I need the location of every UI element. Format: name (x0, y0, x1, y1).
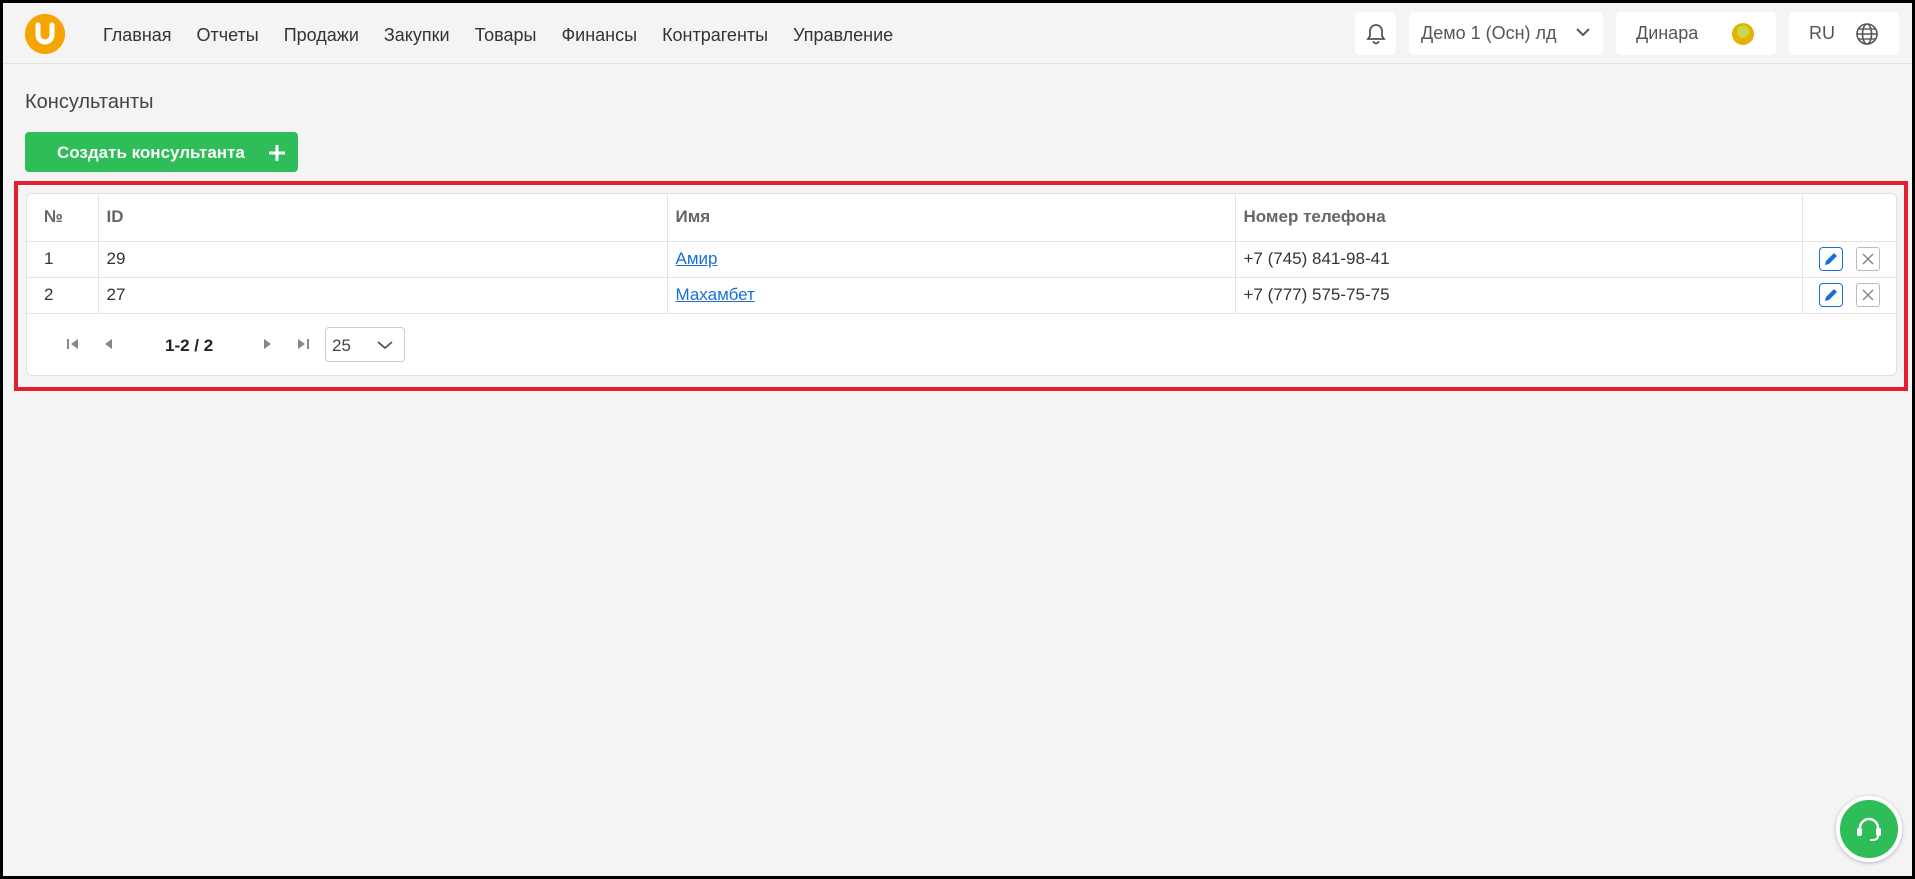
notifications-button[interactable] (1355, 12, 1396, 55)
bell-icon (1366, 24, 1386, 45)
consultant-name-link[interactable]: Махамбет (676, 285, 755, 304)
consultants-table: № ID Имя Номер телефона 1 29 Амир +7 (74… (27, 194, 1896, 314)
plus-icon (269, 145, 285, 161)
user-menu[interactable]: Динара (1616, 12, 1776, 55)
pencil-icon (1824, 252, 1837, 265)
create-consultant-label: Создать консультанта (57, 143, 245, 162)
cell-phone: +7 (777) 575-75-75 (1235, 277, 1803, 314)
edit-button[interactable] (1818, 282, 1843, 307)
nav-item-sales[interactable]: Продажи (284, 23, 359, 47)
pencil-icon (1824, 288, 1837, 301)
support-chat-button[interactable] (1836, 796, 1902, 862)
col-header-num[interactable]: № (27, 194, 99, 242)
table-row: 2 27 Махамбет +7 (777) 575-75-75 (27, 277, 1896, 314)
main-nav: Главная Отчеты Продажи Закупки Товары Фи… (103, 23, 918, 47)
cell-phone: +7 (745) 841-98-41 (1235, 241, 1803, 278)
chevron-down-icon (1576, 28, 1590, 37)
chevron-down-icon (377, 341, 393, 350)
consultants-table-card: № ID Имя Номер телефона 1 29 Амир +7 (74… (26, 193, 1897, 376)
consultant-name-link[interactable]: Амир (676, 249, 718, 268)
page-title: Консультанты (25, 91, 154, 113)
col-header-phone[interactable]: Номер телефона (1235, 194, 1803, 242)
close-icon (1861, 252, 1874, 265)
nav-item-products[interactable]: Товары (475, 23, 537, 47)
table-row: 1 29 Амир +7 (745) 841-98-41 (27, 241, 1896, 278)
delete-button[interactable] (1855, 282, 1880, 307)
headset-icon (1857, 817, 1881, 841)
next-page-icon[interactable] (259, 336, 275, 352)
cell-name: Махамбет (667, 277, 1236, 314)
page-size-select[interactable]: 25 (325, 327, 405, 362)
top-navbar: Главная Отчеты Продажи Закупки Товары Фи… (3, 3, 1912, 64)
logo-u-icon (25, 14, 65, 54)
app-logo[interactable] (25, 14, 65, 54)
col-header-name[interactable]: Имя (667, 194, 1236, 242)
delete-button[interactable] (1855, 246, 1880, 271)
language-select[interactable]: RU (1789, 12, 1899, 55)
pagination-info: 1-2 / 2 (165, 336, 214, 355)
prev-page-icon[interactable] (101, 336, 117, 352)
user-name: Динара (1636, 23, 1699, 43)
nav-item-management[interactable]: Управление (793, 23, 893, 47)
cell-id: 27 (98, 277, 668, 314)
cell-actions (1802, 241, 1896, 278)
col-header-id[interactable]: ID (98, 194, 668, 242)
edit-button[interactable] (1818, 246, 1843, 271)
col-header-actions (1802, 194, 1896, 242)
nav-item-purchases[interactable]: Закупки (384, 23, 450, 47)
organization-label: Демо 1 (Осн) лд (1421, 23, 1557, 43)
first-page-icon[interactable] (65, 336, 81, 352)
cell-num: 1 (27, 241, 99, 278)
cell-num: 2 (27, 277, 99, 314)
organization-select[interactable]: Демо 1 (Осн) лд (1409, 12, 1603, 55)
page-size-value: 25 (332, 336, 351, 355)
nav-item-counterparties[interactable]: Контрагенты (662, 23, 768, 47)
cell-id: 29 (98, 241, 668, 278)
nav-item-reports[interactable]: Отчеты (197, 23, 259, 47)
pagination: 1-2 / 2 25 (27, 322, 1896, 366)
close-icon (1861, 288, 1874, 301)
create-consultant-button[interactable]: Создать консультанта (25, 132, 298, 172)
nav-item-finance[interactable]: Финансы (561, 23, 637, 47)
language-label: RU (1809, 23, 1835, 43)
table-header-row: № ID Имя Номер телефона (27, 194, 1896, 242)
avatar (1732, 23, 1754, 45)
globe-icon (1856, 23, 1878, 45)
nav-item-home[interactable]: Главная (103, 23, 172, 47)
cell-name: Амир (667, 241, 1236, 278)
cell-actions (1802, 277, 1896, 314)
last-page-icon[interactable] (295, 336, 311, 352)
